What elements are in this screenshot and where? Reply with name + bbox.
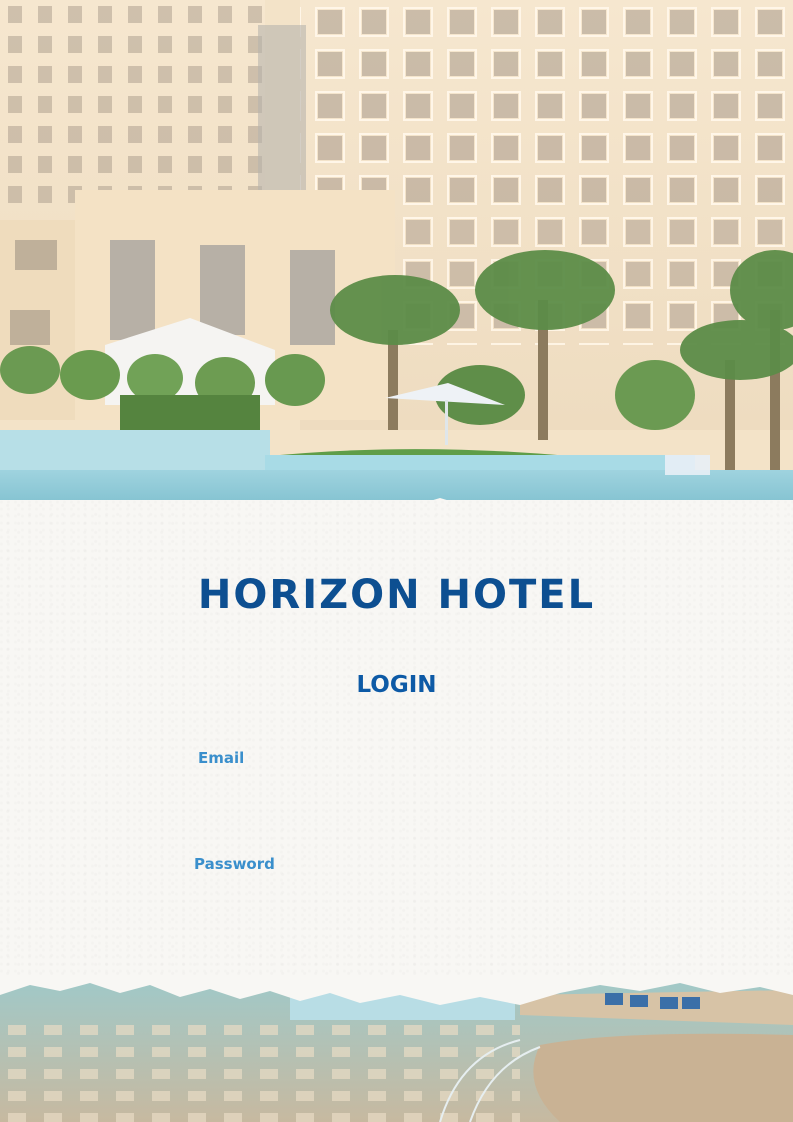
email-label: Email: [198, 749, 245, 767]
hotel-name: HORIZON HOTEL: [197, 572, 596, 618]
password-field[interactable]: [194, 881, 603, 917]
footer-pool-reflection-photo: [0, 975, 793, 1122]
hero-hotel-photo: [0, 0, 793, 530]
email-field[interactable]: [194, 775, 603, 811]
login-title: LOGIN: [356, 672, 437, 698]
password-label: Password: [194, 855, 275, 873]
